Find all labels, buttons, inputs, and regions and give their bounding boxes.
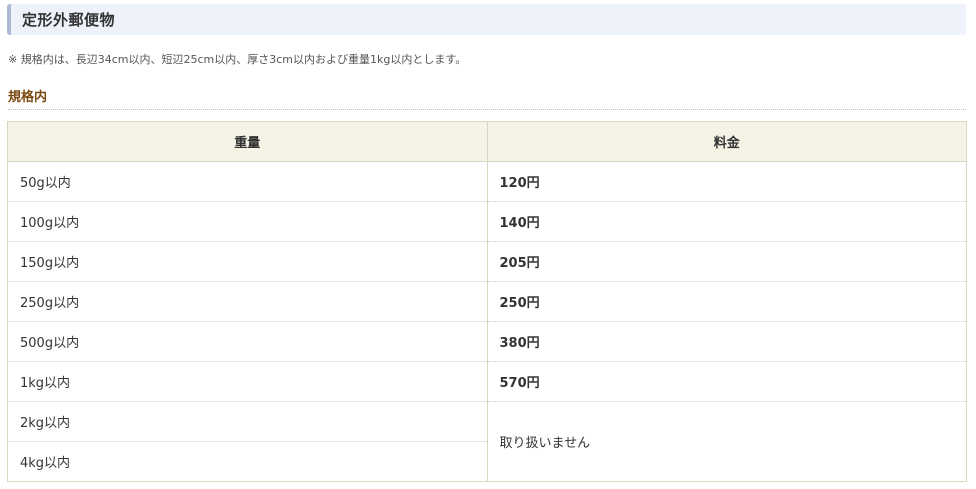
weight-cell: 50g以内 [7, 161, 488, 202]
size-note: ※ 規格内は、長辺34cm以内、短辺25cm以内、厚さ3cm以内および重量1kg… [8, 53, 467, 66]
section-title: 定形外郵便物 [22, 11, 116, 29]
weight-cell: 100g以内 [7, 201, 488, 242]
weight-cell: 150g以内 [7, 241, 488, 282]
section-header: 定形外郵便物 [7, 4, 966, 35]
price-cell-not-accepted: 取り扱いません [486, 401, 967, 482]
weight-cell: 500g以内 [7, 321, 488, 362]
table-row: 100g以内 140円 [7, 201, 967, 242]
table-row: 250g以内 250円 [7, 281, 967, 322]
price-cell: 205円 [486, 241, 967, 282]
price-cell: 250円 [486, 281, 967, 322]
price-cell: 140円 [486, 201, 967, 242]
sub-heading-text: 規格内 [8, 90, 48, 105]
weight-cell: 1kg以内 [7, 361, 488, 402]
weight-cell: 4kg以内 [7, 441, 488, 482]
table-row: 50g以内 120円 [7, 161, 967, 202]
weight-cell: 2kg以内 [7, 401, 488, 442]
weight-cell: 250g以内 [7, 281, 488, 322]
table-row: 1kg以内 570円 [7, 361, 967, 402]
header-price: 料金 [486, 121, 967, 162]
sub-heading: 規格内 [8, 86, 966, 110]
table-header-row: 重量 料金 [7, 121, 967, 162]
table-row: 150g以内 205円 [7, 241, 967, 282]
rate-table: 重量 料金 50g以内 120円 100g以内 140円 150g以内 205円… [7, 121, 967, 482]
price-cell: 380円 [486, 321, 967, 362]
table-row: 2kg以内 取り扱いません [7, 401, 967, 482]
price-cell: 120円 [486, 161, 967, 202]
price-cell: 570円 [486, 361, 967, 402]
header-weight: 重量 [7, 121, 488, 162]
table-row: 500g以内 380円 [7, 321, 967, 362]
